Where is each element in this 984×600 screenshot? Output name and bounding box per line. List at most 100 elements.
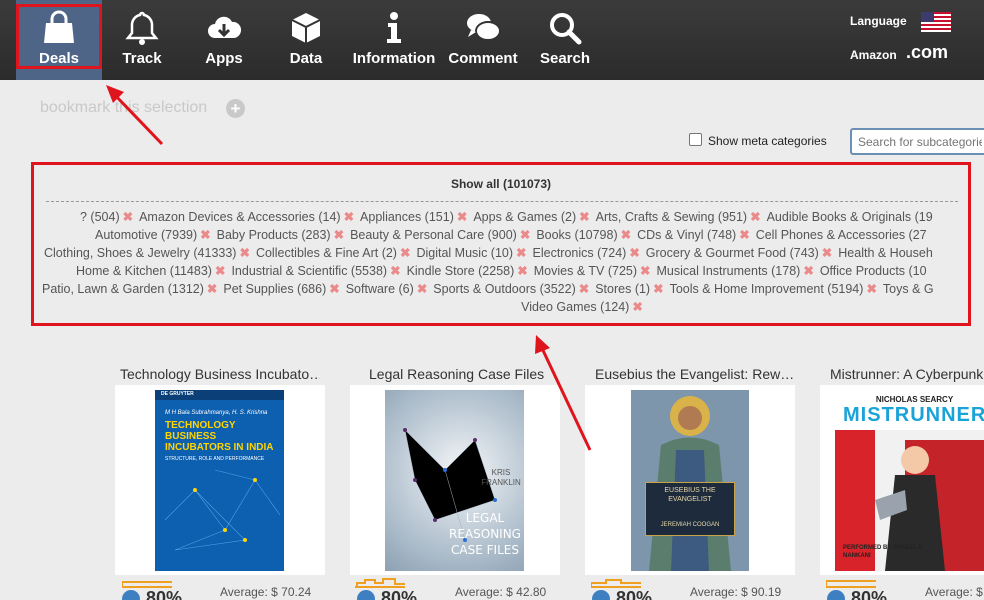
category-filter-item[interactable]: Stores (1) ✖	[595, 281, 663, 296]
category-filter-item[interactable]: Collectibles & Fine Art (2) ✖	[256, 245, 411, 260]
remove-category-icon[interactable]: ✖	[579, 210, 589, 224]
us-flag-icon[interactable]	[921, 12, 951, 32]
nav-information[interactable]: Information	[352, 0, 436, 80]
nav-data-label: Data	[289, 50, 323, 67]
remove-category-icon[interactable]: ✖	[334, 228, 344, 242]
category-label: Cell Phones & Accessories (27	[755, 228, 927, 242]
category-filter-item[interactable]: Apps & Games (2) ✖	[473, 209, 589, 224]
category-filter-item[interactable]: Movies & TV (725) ✖	[534, 263, 651, 278]
remove-category-icon[interactable]: ✖	[629, 246, 639, 260]
product-cover-image[interactable]: KRIS FRANKLIN LEGAL REASONING CASE FILES	[385, 390, 524, 571]
remove-category-icon[interactable]: ✖	[516, 246, 526, 260]
amazon-domain-selector[interactable]: .com	[906, 42, 948, 63]
remove-category-icon[interactable]: ✖	[632, 300, 642, 314]
category-filter-item[interactable]: Tools & Home Improvement (5194) ✖	[670, 281, 877, 296]
category-filter-item[interactable]: Electronics (724) ✖	[533, 245, 640, 260]
category-filter-item[interactable]: Arts, Crafts & Sewing (951) ✖	[596, 209, 761, 224]
show-meta-categories-label: Show meta categories	[708, 134, 827, 148]
top-nav-bar: Deals Track Apps Data Information Commen…	[0, 0, 984, 80]
category-filter-item[interactable]: Health & Househ	[838, 246, 933, 260]
remove-category-icon[interactable]: ✖	[207, 282, 217, 296]
category-filter-item[interactable]: Patio, Lawn & Garden (1312) ✖	[42, 281, 217, 296]
category-label: Beauty & Personal Care (900)	[350, 228, 517, 242]
category-filter-item[interactable]: Sports & Outdoors (3522) ✖	[433, 281, 589, 296]
remove-category-icon[interactable]: ✖	[579, 282, 589, 296]
remove-category-icon[interactable]: ✖	[653, 282, 663, 296]
cover-author: JEREMIAH COOGAN	[660, 522, 720, 528]
cover-title: EUSEBIUS THE EVANGELIST	[664, 487, 716, 503]
category-filter-item[interactable]: Automotive (7939) ✖	[95, 227, 211, 242]
remove-category-icon[interactable]: ✖	[344, 210, 354, 224]
remove-category-icon[interactable]: ✖	[866, 282, 876, 296]
remove-category-icon[interactable]: ✖	[417, 282, 427, 296]
remove-category-icon[interactable]: ✖	[239, 246, 249, 260]
remove-category-icon[interactable]: ✖	[457, 210, 467, 224]
average-price: Average: $ 42.80	[455, 585, 547, 599]
category-filter-item[interactable]: Home & Kitchen (11483) ✖	[76, 263, 225, 278]
category-filter-item[interactable]: Toys & G	[883, 282, 934, 296]
nav-search[interactable]: Search	[534, 0, 596, 80]
remove-category-icon[interactable]: ✖	[123, 210, 133, 224]
remove-category-icon[interactable]: ✖	[215, 264, 225, 278]
price-drop-percent: 80%	[616, 588, 653, 600]
remove-category-icon[interactable]: ✖	[822, 246, 832, 260]
show-meta-categories-checkbox[interactable]	[689, 133, 702, 146]
category-filter-item[interactable]: Grocery & Gourmet Food (743) ✖	[646, 245, 832, 260]
category-filter-item[interactable]: Industrial & Scientific (5538) ✖	[231, 263, 400, 278]
category-filter-item[interactable]: ? (504) ✖	[80, 209, 133, 224]
add-bookmark-icon[interactable]: +	[226, 99, 245, 118]
category-label: Electronics (724)	[532, 246, 627, 260]
price-history-sparkline	[826, 580, 876, 588]
price-history-sparkline	[591, 579, 641, 588]
product-cover-image[interactable]: DE GRUYTER M H Bala Subrahmanya, H. S. K…	[155, 390, 284, 571]
category-label: CDs & Vinyl (748)	[637, 228, 737, 242]
category-filter-item[interactable]: Baby Products (283) ✖	[217, 227, 344, 242]
remove-category-icon[interactable]: ✖	[750, 210, 760, 224]
category-filter-item[interactable]: Beauty & Personal Care (900) ✖	[350, 227, 530, 242]
remove-category-icon[interactable]: ✖	[621, 228, 631, 242]
remove-category-icon[interactable]: ✖	[517, 264, 527, 278]
category-filter-item[interactable]: Pet Supplies (686) ✖	[223, 281, 339, 296]
subcategory-search-input[interactable]	[850, 128, 984, 155]
category-label: Grocery & Gourmet Food (743)	[645, 246, 819, 260]
category-filter-item[interactable]: Software (6) ✖	[346, 281, 428, 296]
category-filter-item[interactable]: Cell Phones & Accessories (27	[756, 228, 927, 242]
panel-edge-mask	[971, 160, 984, 328]
show-all-categories-link[interactable]: Show all (101073)	[34, 177, 968, 191]
remove-category-icon[interactable]: ✖	[390, 264, 400, 278]
category-filter-item[interactable]: Appliances (151) ✖	[360, 209, 467, 224]
category-filter-item[interactable]: Office Products (10	[820, 264, 927, 278]
category-filter-item[interactable]: Musical Instruments (178) ✖	[657, 263, 814, 278]
cover-title: TECHNOLOGY BUSINESS INCUBATORS IN INDIA	[165, 420, 274, 453]
nav-data[interactable]: Data	[274, 0, 338, 80]
nav-apps[interactable]: Apps	[192, 0, 256, 80]
amazon-label: Amazon	[850, 48, 897, 62]
nav-track[interactable]: Track	[110, 0, 174, 80]
product-title[interactable]: Mistrunner: A Cyberpunk	[830, 366, 984, 382]
category-filter-item[interactable]: Books (10798) ✖	[536, 227, 631, 242]
remove-category-icon[interactable]: ✖	[200, 228, 210, 242]
product-title[interactable]: Legal Reasoning Case Files	[369, 366, 569, 382]
category-label: Arts, Crafts & Sewing (951)	[595, 210, 748, 224]
category-filter-item[interactable]: CDs & Vinyl (748) ✖	[637, 227, 750, 242]
product-cover-image[interactable]: EUSEBIUS THE EVANGELIST JEREMIAH COOGAN	[631, 390, 749, 571]
remove-category-icon[interactable]: ✖	[739, 228, 749, 242]
nav-comment[interactable]: Comment	[446, 0, 520, 80]
category-filter-item[interactable]: Clothing, Shoes & Jewelry (41333) ✖	[44, 245, 250, 260]
remove-category-icon[interactable]: ✖	[400, 246, 410, 260]
bookmark-selection-link[interactable]: bookmark this selection	[40, 99, 207, 117]
category-filter-item[interactable]: Video Games (124) ✖	[521, 299, 643, 314]
remove-category-icon[interactable]: ✖	[803, 264, 813, 278]
cover-publisher: DE GRUYTER	[161, 391, 194, 397]
category-filter-item[interactable]: Digital Music (10) ✖	[416, 245, 526, 260]
remove-category-icon[interactable]: ✖	[329, 282, 339, 296]
product-title[interactable]: Technology Business Incubato…	[120, 366, 320, 382]
category-filter-item[interactable]: Amazon Devices & Accessories (14) ✖	[139, 209, 354, 224]
category-filter-item[interactable]: Kindle Store (2258) ✖	[407, 263, 528, 278]
remove-category-icon[interactable]: ✖	[640, 264, 650, 278]
product-cover-image[interactable]: NICHOLAS SEARCY MISTRUNNER PERFORMED BY …	[835, 390, 984, 571]
category-filter-item[interactable]: Audible Books & Originals (19	[767, 210, 933, 224]
average-price: Average: $ 70.24	[220, 585, 312, 599]
product-title[interactable]: Eusebius the Evangelist: Rew…	[595, 366, 795, 382]
remove-category-icon[interactable]: ✖	[520, 228, 530, 242]
